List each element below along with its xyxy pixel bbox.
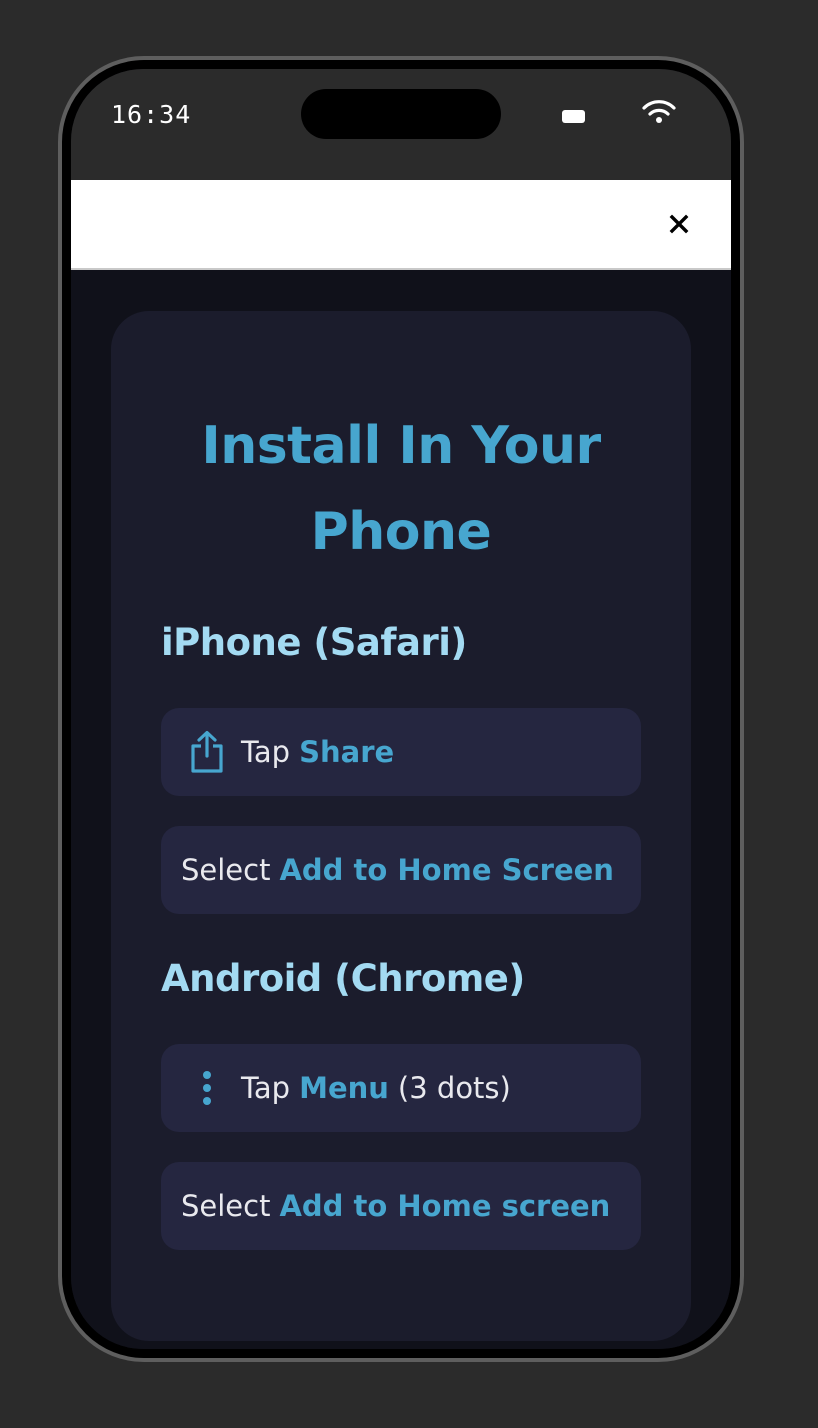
android-step-add-home[interactable]: Select Add to Home screen [161,1162,641,1250]
close-button[interactable] [657,202,701,246]
iphone-step-add-home[interactable]: Select Add to Home Screen [161,826,641,914]
step-prefix: Select [181,853,271,887]
share-icon [173,730,241,774]
more-vertical-icon [173,1070,241,1106]
wifi-icon [642,100,676,123]
iphone-step-tap-share[interactable]: Tap Share [161,708,641,796]
step-prefix: Select [181,1189,271,1223]
step-prefix: Tap [241,735,291,769]
card-title: Install In Your Phone [201,416,601,562]
battery-icon [562,110,585,123]
step-accent: Add to Home screen [279,1189,611,1223]
top-bar [71,180,731,270]
step-accent: Add to Home Screen [279,853,614,887]
status-bar: 16:34 [71,69,731,180]
step-accent: Menu [299,1071,389,1105]
step-suffix: (3 dots) [397,1071,511,1105]
install-card: Install In Your Phone iPhone (Safari) Ta… [111,311,691,1341]
content-area: Install In Your Phone iPhone (Safari) Ta… [71,270,731,1349]
step-prefix: Tap [241,1071,291,1105]
status-time: 16:34 [111,100,192,129]
android-section-title: Android (Chrome) [161,957,525,1000]
android-step-tap-menu[interactable]: Tap Menu (3 dots) [161,1044,641,1132]
dynamic-island [301,89,501,139]
iphone-section-title: iPhone (Safari) [161,621,467,664]
phone-screen: 16:34 Install In Your Phone iPhone (Safa… [71,69,731,1349]
step-accent: Share [299,735,395,769]
close-icon [669,214,689,234]
